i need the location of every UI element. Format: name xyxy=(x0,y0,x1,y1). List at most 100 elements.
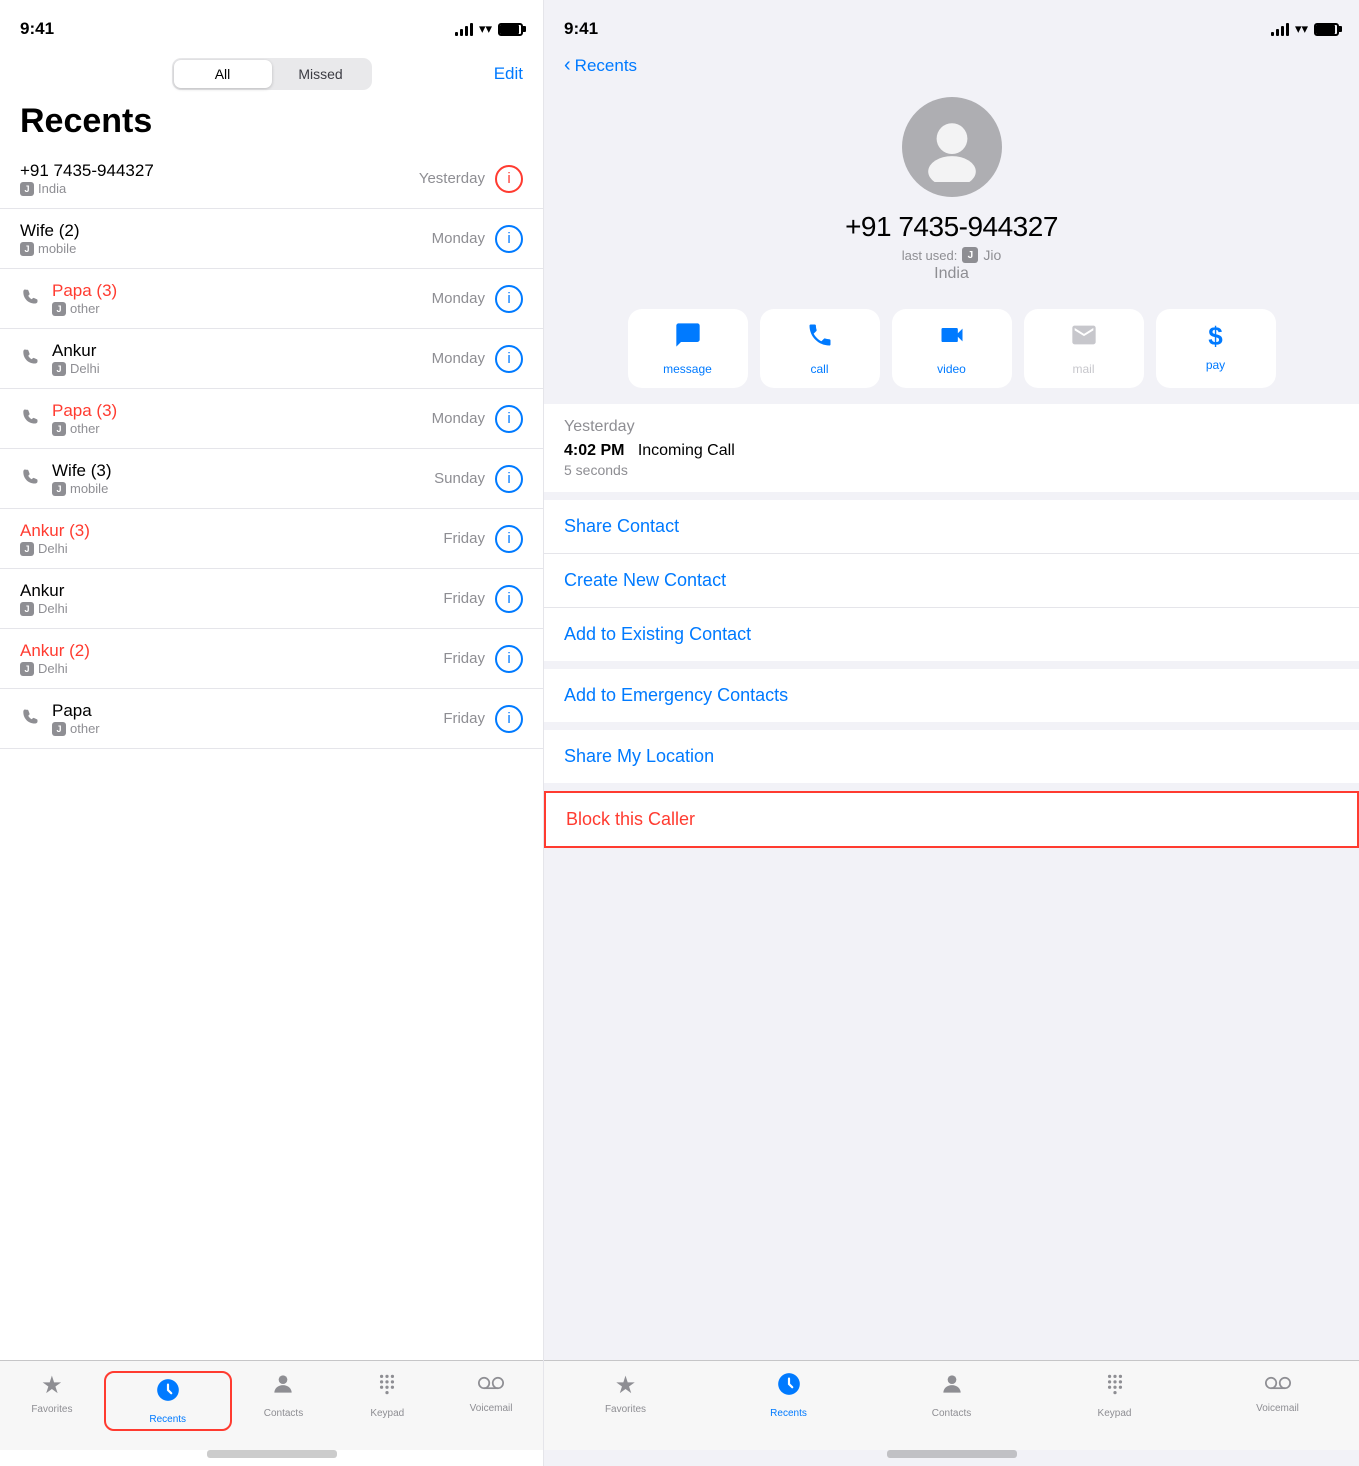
action-pay-label: pay xyxy=(1206,358,1225,372)
filter-row: All Missed Edit xyxy=(0,50,543,98)
info-button-7[interactable]: i xyxy=(495,585,523,613)
share-contact-item[interactable]: Share Contact xyxy=(544,500,1359,554)
tab-keypad-left[interactable]: Keypad xyxy=(335,1371,439,1419)
tab-voicemail-right[interactable]: Voicemail xyxy=(1196,1371,1359,1414)
call-item-right-6: Friday i xyxy=(443,525,523,553)
tab-recents-left[interactable]: Recents xyxy=(104,1371,232,1431)
add-emergency-item[interactable]: Add to Emergency Contacts xyxy=(544,669,1359,722)
video-icon xyxy=(938,321,966,356)
carrier-name: Jio xyxy=(983,247,1001,263)
add-existing-contact-item[interactable]: Add to Existing Contact xyxy=(544,608,1359,661)
call-item-right-5: Sunday i xyxy=(434,465,523,493)
segment-missed[interactable]: Missed xyxy=(272,60,370,88)
back-chevron-icon: ‹ xyxy=(564,54,571,77)
call-time-3: Monday xyxy=(432,350,485,367)
call-item-0[interactable]: +91 7435-944327 J India Yesterday i xyxy=(0,149,543,209)
j-badge-4: J xyxy=(52,422,66,436)
call-info-3: Ankur J Delhi xyxy=(52,341,100,376)
history-entry: 4:02 PM Incoming Call xyxy=(564,442,1339,460)
back-nav: ‹ Recents xyxy=(544,50,1359,77)
share-location-item[interactable]: Share My Location xyxy=(544,730,1359,783)
share-location-label: Share My Location xyxy=(564,746,714,766)
info-button-4[interactable]: i xyxy=(495,405,523,433)
voicemail-icon-left xyxy=(478,1371,504,1399)
recents-icon-right xyxy=(776,1371,802,1404)
call-item-left-7: Ankur J Delhi xyxy=(20,581,443,616)
tab-bar-left: ★ Favorites Recents Contacts xyxy=(0,1360,543,1450)
block-caller-label: Block this Caller xyxy=(566,809,695,829)
share-contact-label: Share Contact xyxy=(564,516,679,536)
call-time-4: Monday xyxy=(432,410,485,427)
info-button-3[interactable]: i xyxy=(495,345,523,373)
signal-icon-right xyxy=(1271,22,1289,36)
call-item-9[interactable]: Papa J other Friday i xyxy=(0,689,543,749)
add-emergency-label: Add to Emergency Contacts xyxy=(564,685,788,705)
call-name-8: Ankur (2) xyxy=(20,641,90,661)
tab-favorites-right[interactable]: ★ Favorites xyxy=(544,1371,707,1415)
mail-icon xyxy=(1070,321,1098,356)
call-item-5[interactable]: Wife (3) J mobile Sunday i xyxy=(0,449,543,509)
call-item-3[interactable]: Ankur J Delhi Monday i xyxy=(0,329,543,389)
j-badge-0: J xyxy=(20,182,34,196)
pay-icon: $ xyxy=(1208,321,1222,352)
call-info-8: Ankur (2) J Delhi xyxy=(20,641,90,676)
edit-button[interactable]: Edit xyxy=(494,64,523,84)
tab-favorites-left[interactable]: ★ Favorites xyxy=(0,1371,104,1415)
tab-recents-label-right: Recents xyxy=(770,1408,807,1419)
menu-section-3: Share My Location xyxy=(544,730,1359,783)
tab-contacts-left[interactable]: Contacts xyxy=(232,1371,336,1419)
info-button-2[interactable]: i xyxy=(495,285,523,313)
call-item-8[interactable]: Ankur (2) J Delhi Friday i xyxy=(0,629,543,689)
tab-contacts-right[interactable]: Contacts xyxy=(870,1371,1033,1419)
call-item-right-1: Monday i xyxy=(432,225,523,253)
status-time-left: 9:41 xyxy=(20,19,54,39)
info-button-8[interactable]: i xyxy=(495,645,523,673)
j-badge-6: J xyxy=(20,542,34,556)
call-item-right-8: Friday i xyxy=(443,645,523,673)
j-badge-7: J xyxy=(20,602,34,616)
contact-number: +91 7435-944327 xyxy=(845,211,1058,243)
keypad-icon-left xyxy=(374,1371,400,1404)
j-badge-5: J xyxy=(52,482,66,496)
action-video[interactable]: video xyxy=(892,309,1012,388)
missed-call-icon-4 xyxy=(20,406,42,431)
action-message[interactable]: message xyxy=(628,309,748,388)
info-button-6[interactable]: i xyxy=(495,525,523,553)
tab-recents-right[interactable]: Recents xyxy=(707,1371,870,1419)
call-sub-2: J other xyxy=(52,301,117,316)
history-duration: 5 seconds xyxy=(564,462,1339,478)
call-item-6[interactable]: Ankur (3) J Delhi Friday i xyxy=(0,509,543,569)
call-item-2[interactable]: Papa (3) J other Monday i xyxy=(0,269,543,329)
contact-header: +91 7435-944327 last used: J Jio India xyxy=(544,77,1359,299)
call-info-0: +91 7435-944327 J India xyxy=(20,161,154,196)
voicemail-icon-right xyxy=(1265,1371,1291,1399)
info-button-5[interactable]: i xyxy=(495,465,523,493)
call-item-right-3: Monday i xyxy=(432,345,523,373)
segment-all[interactable]: All xyxy=(174,60,272,88)
create-new-contact-item[interactable]: Create New Contact xyxy=(544,554,1359,608)
call-item-7[interactable]: Ankur J Delhi Friday i xyxy=(0,569,543,629)
info-button-9[interactable]: i xyxy=(495,705,523,733)
info-button-1[interactable]: i xyxy=(495,225,523,253)
call-item-1[interactable]: Wife (2) J mobile Monday i xyxy=(0,209,543,269)
tab-keypad-right[interactable]: Keypad xyxy=(1033,1371,1196,1419)
action-mail[interactable]: mail xyxy=(1024,309,1144,388)
block-caller-item[interactable]: Block this Caller xyxy=(546,793,1357,846)
action-pay[interactable]: $ pay xyxy=(1156,309,1276,388)
info-button-0[interactable]: i xyxy=(495,165,523,193)
tab-favorites-label-left: Favorites xyxy=(31,1404,72,1415)
call-item-4[interactable]: Papa (3) J other Monday i xyxy=(0,389,543,449)
history-time: 4:02 PM xyxy=(564,442,624,459)
tab-voicemail-left[interactable]: Voicemail xyxy=(439,1371,543,1414)
signal-icon xyxy=(455,22,473,36)
call-sub-8: J Delhi xyxy=(20,661,90,676)
battery-icon-right xyxy=(1314,23,1339,36)
action-call[interactable]: call xyxy=(760,309,880,388)
call-name-7: Ankur xyxy=(20,581,68,601)
call-info-4: Papa (3) J other xyxy=(52,401,117,436)
call-sub-1: J mobile xyxy=(20,241,80,256)
contact-country: India xyxy=(934,265,969,283)
call-item-left-4: Papa (3) J other xyxy=(20,401,432,436)
home-indicator-left xyxy=(207,1450,337,1458)
back-button[interactable]: ‹ Recents xyxy=(564,54,1339,77)
